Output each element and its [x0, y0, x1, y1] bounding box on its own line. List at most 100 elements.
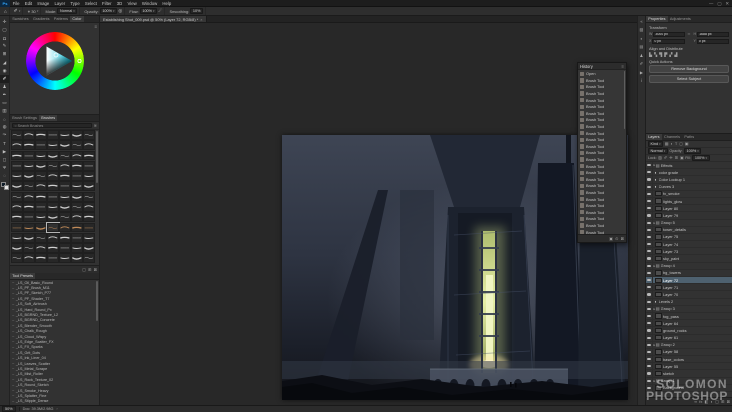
brush-tile[interactable]: [11, 222, 23, 233]
tool-gradient[interactable]: ▥: [0, 107, 9, 115]
history-state[interactable]: Brush Tool: [578, 150, 626, 157]
history-state[interactable]: Brush Tool: [578, 156, 626, 163]
layer-style-icon[interactable]: fx: [699, 399, 702, 404]
background-color-swatch[interactable]: [3, 184, 9, 190]
layer-row[interactable]: ▸ ▤ Group 5: [646, 219, 732, 227]
align-center-h-icon[interactable]: ▚: [654, 52, 657, 57]
brush-tile[interactable]: [59, 212, 71, 223]
history-state[interactable]: Brush Tool: [578, 222, 626, 229]
panel-menu-icon[interactable]: ≡: [622, 64, 624, 69]
flow-field[interactable]: 100% ▾: [139, 8, 158, 14]
brush-tile[interactable]: [11, 140, 23, 151]
visibility-toggle[interactable]: [646, 226, 653, 233]
tab-brushes[interactable]: Brushes: [39, 115, 58, 121]
brush-tile[interactable]: [35, 140, 47, 151]
link-layers-icon[interactable]: ∞: [694, 399, 697, 404]
history-state[interactable]: Brush Tool: [578, 90, 626, 97]
history-state[interactable]: Brush Tool: [578, 163, 626, 170]
brush-tile[interactable]: [47, 181, 59, 192]
layer-opacity-field[interactable]: 100% ▾: [684, 148, 702, 154]
y-value[interactable]: 0 px: [696, 38, 729, 45]
layer-row[interactable]: ◐ Curves 3: [646, 183, 732, 191]
brush-tile[interactable]: [23, 181, 35, 192]
layer-row[interactable]: ◐ color grade: [646, 169, 732, 177]
lock-paint-icon[interactable]: ✐: [664, 156, 667, 160]
tool-shape[interactable]: ◻: [0, 156, 9, 164]
smoothing-field[interactable]: 10%: [190, 8, 203, 14]
history-state[interactable]: Brush Tool: [578, 77, 626, 84]
select-subject-button[interactable]: Select Subject: [649, 75, 729, 84]
history-state[interactable]: Brush Tool: [578, 209, 626, 216]
brush-tile[interactable]: [59, 222, 71, 233]
history-state[interactable]: Brush Tool: [578, 216, 626, 223]
history-state[interactable]: Brush Tool: [578, 196, 626, 203]
brush-tile[interactable]: [47, 140, 59, 151]
delete-state-icon[interactable]: ⊠: [621, 236, 624, 241]
tool-path-selection[interactable]: ▶: [0, 148, 9, 156]
zoom-level[interactable]: 50%: [2, 406, 16, 412]
maximize-button[interactable]: ▢: [717, 0, 721, 7]
layer-mask-icon[interactable]: ◧: [705, 399, 709, 404]
brush-tile[interactable]: [11, 232, 23, 243]
layer-row[interactable]: ▸ ▤ Group 2: [646, 341, 732, 349]
visibility-toggle[interactable]: [646, 370, 653, 377]
brushes-scrollbar[interactable]: [96, 131, 99, 183]
saturation-brightness-triangle[interactable]: [26, 32, 84, 90]
brush-tile[interactable]: [83, 212, 95, 223]
filter-smart-object-icon[interactable]: ▣: [685, 142, 689, 146]
filter-kind-select[interactable]: Kind ▾: [648, 141, 664, 147]
info-panel-icon[interactable]: i: [639, 78, 645, 84]
visibility-toggle[interactable]: [646, 284, 653, 291]
visibility-toggle[interactable]: [646, 248, 653, 255]
brush-tile[interactable]: [83, 232, 95, 243]
tool-blur[interactable]: ○: [0, 115, 9, 123]
x-value[interactable]: 0 px: [652, 38, 685, 45]
visibility-toggle[interactable]: [646, 219, 653, 226]
layer-row[interactable]: lights_glow: [646, 197, 732, 206]
layer-row[interactable]: fx_smoke: [646, 190, 732, 198]
brush-tile[interactable]: [71, 232, 83, 243]
filter-shape-icon[interactable]: ◻: [679, 142, 682, 146]
tab-adjustments[interactable]: Adjustments: [668, 16, 693, 22]
brush-tile[interactable]: [59, 171, 71, 182]
opacity-field[interactable]: 100% ▾: [99, 8, 118, 14]
height-field[interactable]: H 1688 px: [694, 31, 729, 38]
visibility-toggle[interactable]: [646, 190, 653, 197]
tool-marquee[interactable]: ▢: [0, 26, 9, 34]
tool-preset[interactable]: ~ _LS_Stipple_Dense: [10, 399, 96, 404]
brush-tile[interactable]: [23, 140, 35, 151]
tab-layers[interactable]: Layers: [646, 134, 662, 140]
brush-search-input[interactable]: ○ Search Brushes: [12, 122, 93, 129]
tab-brush-settings[interactable]: Brush Settings: [10, 115, 39, 121]
visibility-toggle[interactable]: [646, 241, 653, 248]
visibility-toggle[interactable]: [646, 320, 653, 327]
history-state[interactable]: Open: [578, 71, 626, 78]
brush-tile[interactable]: [11, 171, 23, 182]
visibility-toggle[interactable]: [646, 212, 653, 219]
brush-tile[interactable]: [35, 232, 47, 243]
brush-tile[interactable]: [59, 130, 71, 140]
adjustment-layer-icon[interactable]: ◐: [711, 399, 713, 404]
visibility-toggle[interactable]: [646, 363, 653, 370]
menu-select[interactable]: Select: [82, 0, 99, 7]
brush-tool-preset-icon[interactable]: ✐: [14, 8, 18, 14]
brush-tile[interactable]: [83, 171, 95, 182]
layer-row[interactable]: Layer 64: [646, 320, 732, 328]
brush-tile[interactable]: [83, 201, 95, 212]
delete-layer-icon[interactable]: ⊠: [727, 399, 730, 404]
menu-layer[interactable]: Layer: [52, 0, 68, 7]
lock-position-icon[interactable]: ✛: [669, 156, 672, 160]
tool-move[interactable]: ✛: [0, 18, 9, 26]
filter-adjustment-icon[interactable]: ◐: [671, 142, 673, 146]
visibility-toggle[interactable]: [646, 341, 653, 348]
visibility-toggle[interactable]: [646, 183, 653, 190]
new-brush-group-icon[interactable]: ▢: [82, 267, 86, 272]
brush-tile[interactable]: [47, 150, 59, 161]
layer-row[interactable]: Layer 61: [646, 334, 732, 342]
clone-source-panel-icon[interactable]: ♟: [639, 52, 645, 58]
visibility-toggle[interactable]: [646, 169, 653, 176]
brush-tile[interactable]: [83, 181, 95, 192]
foreground-background-swatch[interactable]: [0, 181, 9, 190]
align-left-icon[interactable]: ▙: [649, 52, 652, 57]
layer-blend-mode-select[interactable]: Normal ▾: [648, 148, 668, 154]
